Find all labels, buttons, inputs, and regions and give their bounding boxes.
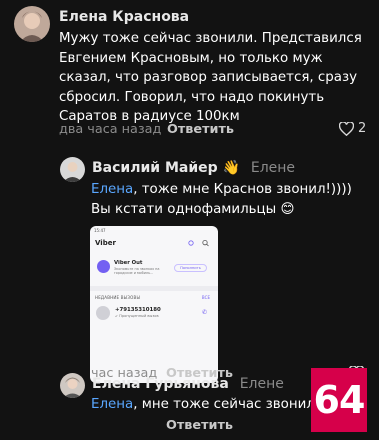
reply-button[interactable]: Ответить <box>167 122 234 137</box>
heart-icon <box>339 121 354 136</box>
reply-to-label: Елене <box>239 376 284 392</box>
attachment-recent-label: НЕДАВНИЕ ВЫЗОВЫ <box>95 295 141 300</box>
attachment-out-title: Viber Out <box>114 260 143 266</box>
attached-image[interactable]: 15:47 Viber Viber Out Экономьте на звонк… <box>90 226 218 383</box>
comment-timestamp: два часа назад <box>59 122 162 137</box>
comment-author[interactable]: Елена Гурьянова Елене <box>92 376 284 392</box>
phone-icon: ✆ <box>202 309 208 316</box>
attachment-header-icons <box>188 239 209 247</box>
like-button[interactable]: 2 <box>339 121 366 136</box>
comment-author[interactable]: Елена Краснова <box>59 9 189 25</box>
comment-text-line: Мужу тоже сейчас звонили. Представился <box>59 31 362 46</box>
author-name[interactable]: Елена Гурьянова <box>92 376 229 392</box>
comment-text-line: Елена, тоже мне Краснов звонил!)))) <box>91 180 366 200</box>
attachment-call-number: +79135310180 <box>115 307 161 313</box>
avatar[interactable] <box>60 373 85 398</box>
attachment-call-status: ↙ Пропущенный вызов <box>115 314 159 318</box>
comment-text: Мужу тоже сейчас звонили. Представился Е… <box>59 29 369 127</box>
attachment-topup-button: Пополнить <box>174 264 207 272</box>
reply-button[interactable]: Ответить <box>166 418 233 433</box>
comment-text-line: Вы кстати однофамильцы 😊 <box>91 201 295 217</box>
attachment-status-time: 15:47 <box>94 228 106 233</box>
viber-out-icon <box>97 260 110 273</box>
avatar[interactable] <box>14 6 50 42</box>
comment-text-line: сказал, что разговор записывается, сразу <box>59 70 358 86</box>
caller-avatar <box>96 306 110 320</box>
attachment-divider <box>90 286 218 291</box>
attachment-out-subtitle: Экономьте на звонках на городские и моби… <box>114 267 160 275</box>
comment-text-line: Евгением Красновым, но только муж <box>59 50 323 66</box>
attachment-all-label: ВСЕ <box>201 295 210 300</box>
author-name[interactable]: Василий Майер <box>92 160 218 176</box>
comment-text-rest: , мне тоже сейчас звонил <box>133 397 315 412</box>
comment-author[interactable]: Василий Майер 👋 Елене <box>92 160 295 176</box>
like-count: 2 <box>358 121 367 136</box>
avatar[interactable] <box>60 157 85 182</box>
wave-emoji: 👋 <box>222 160 240 176</box>
mention-link[interactable]: Елена <box>91 397 133 412</box>
reply-to-label: Елене <box>250 160 296 176</box>
comment-text-rest: , тоже мне Краснов звонил!)))) <box>133 182 352 197</box>
mention-link[interactable]: Елена <box>91 182 133 197</box>
comment-text-line: сбросил. Говорил, что надо покинуть <box>59 89 325 105</box>
comment-text: Елена, тоже мне Краснов звонил!)))) Вы к… <box>91 180 366 219</box>
comment-text: Елена, мне тоже сейчас звонил <box>91 395 321 415</box>
site-logo: 64 <box>311 368 367 432</box>
attachment-brand: Viber <box>95 239 116 247</box>
site-logo-text: 64 <box>313 378 366 422</box>
